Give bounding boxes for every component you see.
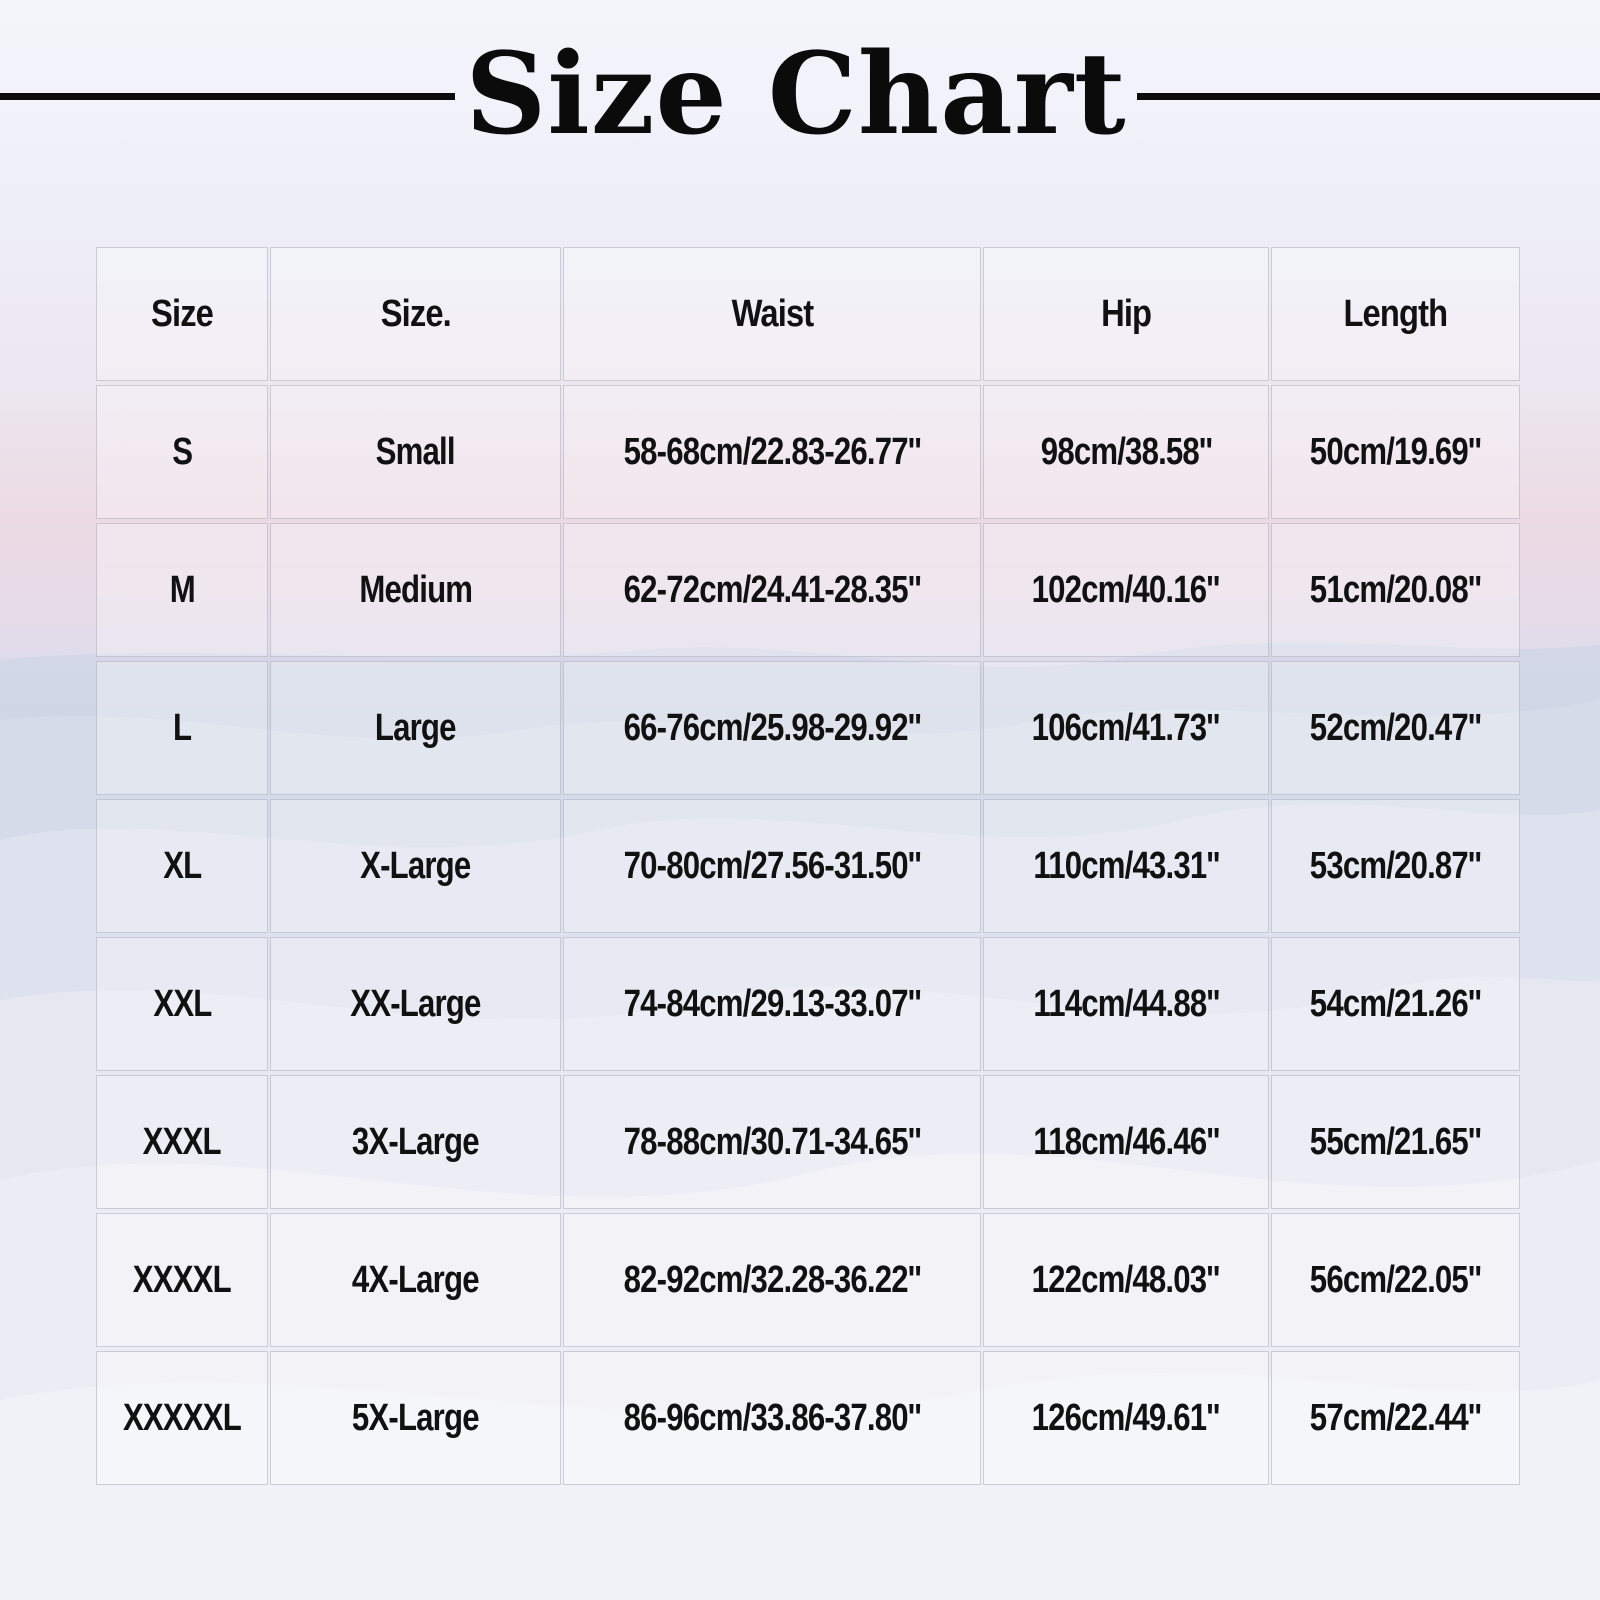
cell-size-name: 4X-Large [270, 1213, 561, 1347]
cell-text: 4X-Large [352, 1258, 480, 1301]
cell-text: 50cm/19.69'' [1309, 430, 1482, 473]
cell-size: XXXXL [96, 1213, 268, 1347]
cell-length: 56cm/22.05'' [1271, 1213, 1520, 1347]
cell-hip: 114cm/44.88'' [983, 937, 1269, 1071]
cell-text: S [172, 430, 193, 473]
cell-text: 58-68cm/22.83-26.77'' [623, 430, 921, 473]
cell-text: 86-96cm/33.86-37.80'' [623, 1396, 921, 1439]
cell-text: 52cm/20.47'' [1309, 706, 1482, 749]
header-cell-waist: Waist [563, 247, 981, 381]
cell-text: 3X-Large [352, 1120, 480, 1163]
cell-text: XL [162, 844, 202, 887]
cell-text: M [169, 568, 195, 611]
cell-text: 118cm/46.46'' [1032, 1120, 1220, 1163]
cell-text: Medium [359, 568, 473, 611]
cell-size: XXL [96, 937, 268, 1071]
cell-waist: 62-72cm/24.41-28.35'' [563, 523, 981, 657]
cell-waist: 74-84cm/29.13-33.07'' [563, 937, 981, 1071]
cell-text: 74-84cm/29.13-33.07'' [623, 982, 921, 1025]
cell-waist: 86-96cm/33.86-37.80'' [563, 1351, 981, 1485]
header-cell-size: Size [96, 247, 268, 381]
cell-text: X-Large [360, 844, 471, 887]
header-label: Size [151, 292, 214, 335]
cell-size: M [96, 523, 268, 657]
cell-size: XXXL [96, 1075, 268, 1209]
cell-hip: 106cm/41.73'' [983, 661, 1269, 795]
cell-length: 50cm/19.69'' [1271, 385, 1520, 519]
cell-size-name: Large [270, 661, 561, 795]
header-cell-hip: Hip [983, 247, 1269, 381]
cell-text: 98cm/38.58'' [1040, 430, 1212, 473]
cell-hip: 126cm/49.61'' [983, 1351, 1269, 1485]
cell-text: 5X-Large [352, 1396, 480, 1439]
cell-waist: 78-88cm/30.71-34.65'' [563, 1075, 981, 1209]
cell-text: XXXXL [132, 1258, 232, 1301]
cell-text: 62-72cm/24.41-28.35'' [623, 568, 921, 611]
cell-text: 54cm/21.26'' [1309, 982, 1482, 1025]
cell-hip: 118cm/46.46'' [983, 1075, 1269, 1209]
size-table: Size Size. Waist Hip Length S Small 58-6… [96, 247, 1520, 1485]
cell-text: 78-88cm/30.71-34.65'' [623, 1120, 921, 1163]
cell-text: 102cm/40.16'' [1032, 568, 1221, 611]
cell-size-name: XX-Large [270, 937, 561, 1071]
cell-text: 55cm/21.65'' [1309, 1120, 1482, 1163]
cell-length: 54cm/21.26'' [1271, 937, 1520, 1071]
cell-hip: 110cm/43.31'' [983, 799, 1269, 933]
cell-waist: 70-80cm/27.56-31.50'' [563, 799, 981, 933]
cell-hip: 122cm/48.03'' [983, 1213, 1269, 1347]
cell-text: 56cm/22.05'' [1309, 1258, 1482, 1301]
cell-text: 114cm/44.88'' [1032, 982, 1220, 1025]
cell-text: XXL [152, 982, 212, 1025]
cell-size-name: Small [270, 385, 561, 519]
cell-text: XXXXXL [122, 1396, 242, 1439]
cell-text: 53cm/20.87'' [1309, 844, 1482, 887]
cell-text: L [172, 706, 192, 749]
cell-text: XX-Large [350, 982, 481, 1025]
cell-text: 66-76cm/25.98-29.92'' [623, 706, 921, 749]
page-title: Size Chart [465, 29, 1127, 160]
cell-waist: 66-76cm/25.98-29.92'' [563, 661, 981, 795]
cell-text: 126cm/49.61'' [1032, 1396, 1221, 1439]
title-rule-right [1137, 93, 1600, 100]
cell-length: 55cm/21.65'' [1271, 1075, 1520, 1209]
cell-text: 57cm/22.44'' [1309, 1396, 1482, 1439]
cell-text: XXXL [142, 1120, 222, 1163]
cell-text: 110cm/43.31'' [1032, 844, 1220, 887]
cell-hip: 102cm/40.16'' [983, 523, 1269, 657]
cell-length: 53cm/20.87'' [1271, 799, 1520, 933]
cell-text: 106cm/41.73'' [1032, 706, 1221, 749]
cell-size: L [96, 661, 268, 795]
cell-text: 70-80cm/27.56-31.50'' [623, 844, 921, 887]
cell-text: Large [375, 706, 457, 749]
cell-text: Small [375, 430, 456, 473]
cell-size-name: X-Large [270, 799, 561, 933]
cell-hip: 98cm/38.58'' [983, 385, 1269, 519]
cell-size: S [96, 385, 268, 519]
header-label: Size. [380, 292, 451, 335]
cell-waist: 82-92cm/32.28-36.22'' [563, 1213, 981, 1347]
header-cell-length: Length [1271, 247, 1520, 381]
cell-text: 82-92cm/32.28-36.22'' [623, 1258, 921, 1301]
cell-text: 51cm/20.08'' [1309, 568, 1482, 611]
cell-length: 52cm/20.47'' [1271, 661, 1520, 795]
header-label: Hip [1100, 292, 1152, 335]
cell-size: XXXXXL [96, 1351, 268, 1485]
header-label: Waist [731, 292, 814, 335]
cell-waist: 58-68cm/22.83-26.77'' [563, 385, 981, 519]
cell-length: 51cm/20.08'' [1271, 523, 1520, 657]
cell-length: 57cm/22.44'' [1271, 1351, 1520, 1485]
cell-size-name: 5X-Large [270, 1351, 561, 1485]
cell-size-name: Medium [270, 523, 561, 657]
title-rule-left [0, 93, 455, 100]
cell-size: XL [96, 799, 268, 933]
header-cell-size-name: Size. [270, 247, 561, 381]
header-label: Length [1343, 292, 1449, 335]
cell-text: 122cm/48.03'' [1032, 1258, 1221, 1301]
cell-size-name: 3X-Large [270, 1075, 561, 1209]
